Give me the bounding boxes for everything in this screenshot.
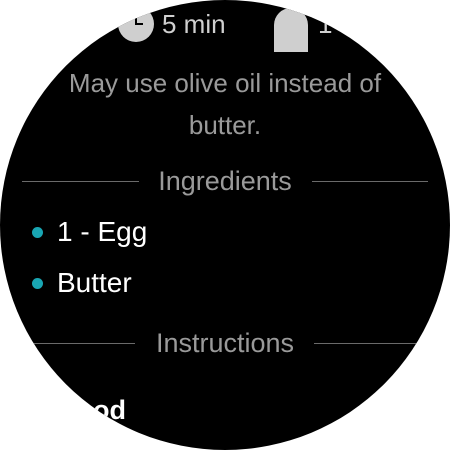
prep-time: 5 min <box>118 4 226 44</box>
divider-line <box>312 181 428 182</box>
servings-text: 1 <box>318 8 333 39</box>
bullet-icon <box>32 226 43 238</box>
recipe-meta-row: 5 min 1 <box>0 4 450 52</box>
servings: 1 <box>272 4 333 52</box>
ingredient-item: Butter <box>32 263 132 303</box>
instructions-section-header: Instructions <box>0 325 450 361</box>
method-heading: Method <box>30 395 126 425</box>
recipe-note-line-1: May use olive oil instead of <box>68 68 382 98</box>
ingredient-text: Butter <box>57 267 132 298</box>
watch-screen: 5 min 1 May use olive oil instead of but… <box>0 0 450 450</box>
prep-time-text: 5 min <box>162 8 226 39</box>
recipe-note: May use olive oil instead of butter. <box>0 62 450 146</box>
ingredient-item: 1 - Egg <box>32 212 147 252</box>
clock-icon <box>118 6 154 42</box>
person-icon <box>272 6 310 52</box>
divider-line <box>314 343 450 344</box>
bullet-icon <box>32 277 43 289</box>
recipe-note-line-2: butter. <box>188 110 262 140</box>
ingredients-section-header: Ingredients <box>0 163 450 199</box>
ingredient-text: 1 - Egg <box>57 216 148 247</box>
